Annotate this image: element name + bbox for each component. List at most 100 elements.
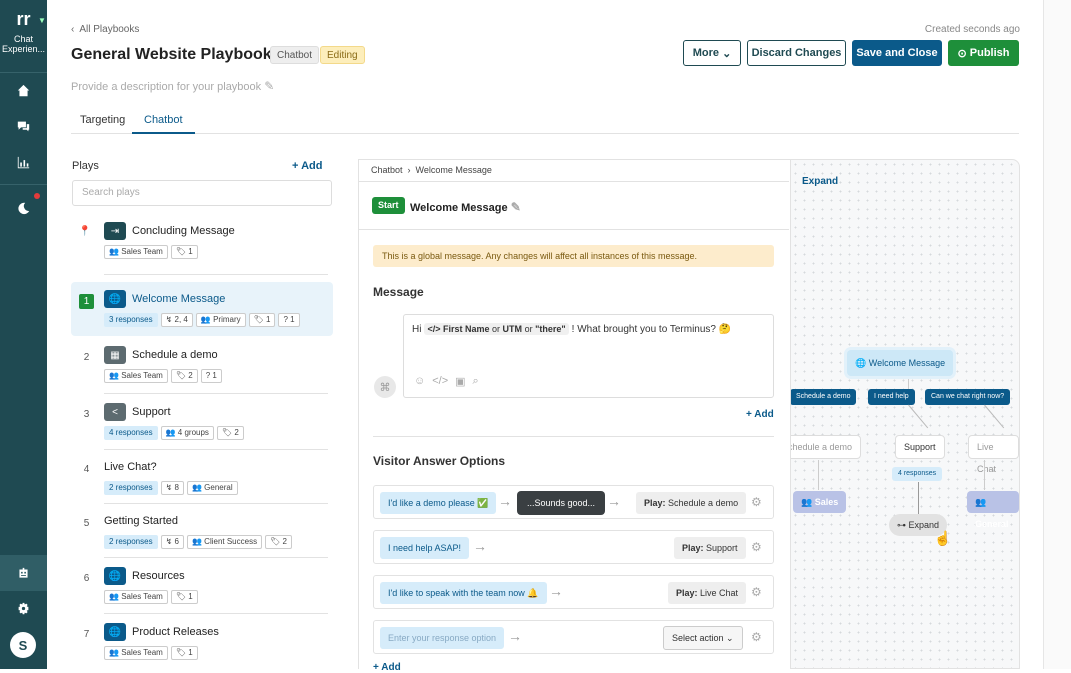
connector-line [908,404,929,429]
tab-chatbot[interactable]: Chatbot [132,114,195,134]
chip-text: 2, 4 [174,315,188,324]
chip-text: 6 [174,537,179,546]
status-badge: Editing [320,46,365,64]
expand-canvas-button[interactable]: Expand [802,176,838,187]
code-icon[interactable]: </> [432,375,448,388]
back-link[interactable]: ‹ All Playbooks [71,24,139,35]
image-icon[interactable]: ▣ [455,375,465,388]
chip-text: Sales Team [121,592,163,601]
emoji-icon[interactable]: ☺ [414,375,425,388]
description-field[interactable]: Provide a description for your playbook … [71,79,274,93]
flow-question-pill[interactable]: I need help [868,389,915,405]
flow-canvas[interactable]: Expand 🌐 Welcome Message Schedule a demo… [790,159,1020,669]
play-number: 2 [83,352,90,363]
response-option[interactable]: I'd like to speak with the team now 🔔 [380,582,547,604]
tag-chip: 🏷 1 [170,646,198,660]
app-sidebar: rr Chat Experien... ▼ S [0,0,47,669]
chip-text: Primary [213,315,241,324]
edit-description-icon[interactable]: ✎ [264,79,274,93]
crumb-root[interactable]: Chatbot [371,165,403,175]
publish-label: Publish [969,47,1010,59]
gear-icon[interactable]: ⚙ [751,540,762,554]
select-action-dropdown[interactable]: Select action ⌄ [663,626,743,650]
response-option[interactable]: I'd like a demo please ✅ [380,492,497,514]
message-text: Hi </> First Name or UTM or "there" ! Wh… [412,323,731,335]
exit-icon: ⇥ [104,222,126,240]
chip-text: 1 [290,315,295,324]
flow-team-general[interactable]: 👥 General [967,491,1019,529]
user-avatar[interactable]: S [10,632,36,658]
chip-text: General [204,483,233,492]
flow-team-sales[interactable]: 👥 Sales [793,491,847,513]
share-icon: < [104,403,126,421]
created-timestamp: Created seconds ago [924,24,1020,35]
responses-chip: 2 responses [104,535,158,549]
response-option[interactable]: I need help ASAP! [380,537,470,559]
search-plays-input[interactable]: Search plays [72,180,332,206]
more-label: More [692,47,719,59]
team-chip: 👥 4 groups [160,426,214,440]
start-badge: Start [372,197,405,214]
gear-icon[interactable]: ⚙ [751,630,762,644]
gear-icon[interactable]: ⚙ [751,585,762,599]
analytics-icon[interactable] [0,144,47,180]
action-play[interactable]: Play: Support [674,537,746,559]
action-name: Live Chat [700,588,739,598]
flow-responses-badge: 4 responses [892,467,943,481]
chatbot-icon[interactable] [0,555,47,591]
chip-text: 4 groups [177,428,209,437]
chat-icon[interactable] [0,108,47,144]
branch-chip: ↯ 2, 4 [160,313,193,327]
play-number: 1 [79,294,94,309]
flow-question-pill[interactable]: Schedule a demo [791,389,857,405]
add-answer-button[interactable]: + Add [373,662,401,673]
team-icon: 👥 [801,497,813,507]
app-switch-caret-icon[interactable]: ▼ [38,16,46,25]
visitor-answers-heading: Visitor Answer Options [373,454,506,468]
action-play[interactable]: Play: Schedule a demo [636,492,747,514]
chevron-down-icon: ⌄ [722,47,732,60]
new-response-input[interactable]: Enter your response option [380,627,505,649]
flow-question-pill[interactable]: Can we chat right now? [925,389,1011,405]
add-play-button[interactable]: + Add [292,160,322,172]
home-icon[interactable] [0,72,47,108]
notification-dot [34,193,40,199]
divider [104,274,328,275]
chip-text: 8 [174,483,179,492]
attachment-icon[interactable]: ⌕ [473,375,479,388]
team-label: General [975,519,1009,529]
variable-token[interactable]: </> First Name or UTM or "there" [424,323,569,335]
followup-message[interactable]: ...Sounds good... [517,491,606,515]
save-and-close-button[interactable]: Save and Close [852,40,942,66]
flow-node-welcome-message[interactable]: 🌐 Welcome Message [847,350,954,376]
discard-changes-button[interactable]: Discard Changes [747,40,846,66]
more-button[interactable]: More ⌄ [683,40,741,66]
edit-play-title-icon[interactable]: ✎ [511,200,521,214]
question-chip: ? 1 [200,369,222,383]
play-name: Live Chat? [104,461,157,473]
app-logo[interactable]: rr Chat Experien... [0,8,47,54]
play-name: Getting Started [104,515,178,527]
responses-chip: 3 responses [104,313,158,327]
team-chip: 👥 Client Success [186,535,263,549]
connector-line [984,460,985,490]
flow-node-support[interactable]: Support [895,435,945,459]
tab-targeting[interactable]: Targeting [80,114,125,126]
action-prefix: Play: [676,588,698,598]
publish-button[interactable]: ⊙ Publish [948,40,1019,66]
flow-node-schedule[interactable]: chedule a demo [791,435,862,459]
settings-icon[interactable] [0,590,47,626]
arrow-right-icon: → [607,493,621,509]
gear-icon[interactable]: ⚙ [751,495,762,509]
action-play[interactable]: Play: Live Chat [668,582,747,604]
add-message-button[interactable]: + Add [746,409,774,420]
play-name: Product Releases [132,626,219,638]
team-chip: 👥 Sales Team [104,590,168,604]
global-message-warning: This is a global message. Any changes wi… [373,245,774,267]
flow-node-live-chat[interactable]: Live Chat [968,435,1019,474]
chip-text: 2 [282,537,287,546]
chip-text: Sales Team [121,371,163,380]
tag-chip: 🏷 1 [248,313,276,327]
arrow-right-icon: → [473,538,487,554]
chip-text: 1 [188,648,193,657]
